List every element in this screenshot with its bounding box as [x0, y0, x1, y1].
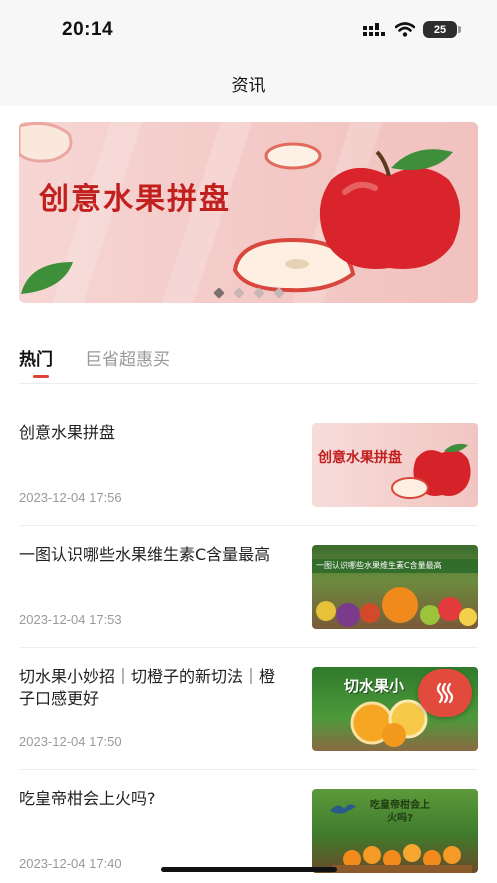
battery-indicator: 25 [423, 21, 461, 38]
status-icons: 25 [363, 21, 461, 38]
thumbnail-caption: 创意水果拼盘 [318, 450, 402, 466]
fruit-pile-image [316, 587, 477, 627]
carousel-dot[interactable] [272, 287, 285, 299]
signal-icon [363, 22, 385, 36]
active-tab-indicator [33, 375, 49, 378]
article-title: 切水果小妙招｜切橙子的新切法｜橙子口感更好 [19, 667, 276, 708]
floating-action-button[interactable] [418, 669, 472, 717]
article-time: 2023-12-04 17:53 [19, 612, 122, 627]
thumbnail-caption: 吃皇帝柑会上火吗? [370, 800, 430, 824]
banner-title: 创意水果拼盘 [39, 182, 231, 217]
thumbnail-caption: 切水果小 [344, 677, 405, 695]
heat-wave-icon [436, 682, 454, 704]
top-bar: 20:14 25 资讯 [0, 0, 497, 106]
home-indicator [161, 867, 337, 872]
carousel-dot[interactable] [232, 287, 245, 299]
category-tabs: 热门 巨省超惠买 [19, 345, 170, 377]
article-title: 吃皇帝柑会上火吗? [19, 789, 156, 808]
apple-slice-image [19, 122, 73, 163]
article-thumbnail: 创意水果拼盘 [312, 423, 478, 507]
thumbnail-caption: 一图认识哪些水果维生素C含量最高 [316, 561, 442, 570]
carousel-dots [19, 287, 478, 299]
article-row[interactable]: 吃皇帝柑会上火吗? 2023-12-04 17:40 吃皇帝柑会上火吗? [0, 750, 497, 873]
article-time: 2023-12-04 17:56 [19, 490, 122, 505]
apple-image [319, 149, 461, 269]
tab-savings[interactable]: 巨省超惠买 [85, 345, 170, 377]
status-time: 20:14 [62, 19, 114, 40]
wifi-icon [395, 22, 415, 37]
article-time: 2023-12-04 17:40 [19, 856, 122, 871]
article-thumbnail: 一图认识哪些水果维生素C含量最高 [312, 545, 478, 629]
page-title: 资讯 [231, 76, 266, 96]
article-thumbnail: 吃皇帝柑会上火吗? [312, 789, 478, 873]
apple-slice-image [391, 477, 429, 499]
tab-hot[interactable]: 热门 [19, 345, 53, 377]
article-title: 一图认识哪些水果维生素C含量最高 [19, 545, 271, 564]
article-row[interactable]: 创意水果拼盘 2023-12-04 17:56 创意水果拼盘 [0, 384, 497, 526]
bird-icon [330, 804, 356, 814]
banner-carousel[interactable]: 创意水果拼盘 [19, 122, 478, 303]
mandarin-pile-image [332, 844, 472, 873]
carousel-dot[interactable] [252, 287, 265, 299]
article-title: 创意水果拼盘 [19, 423, 116, 442]
article-time: 2023-12-04 17:50 [19, 734, 122, 749]
article-row[interactable]: 一图认识哪些水果维生素C含量最高 2023-12-04 17:53 一图认识哪些… [0, 506, 497, 648]
carousel-dot[interactable] [212, 287, 225, 299]
